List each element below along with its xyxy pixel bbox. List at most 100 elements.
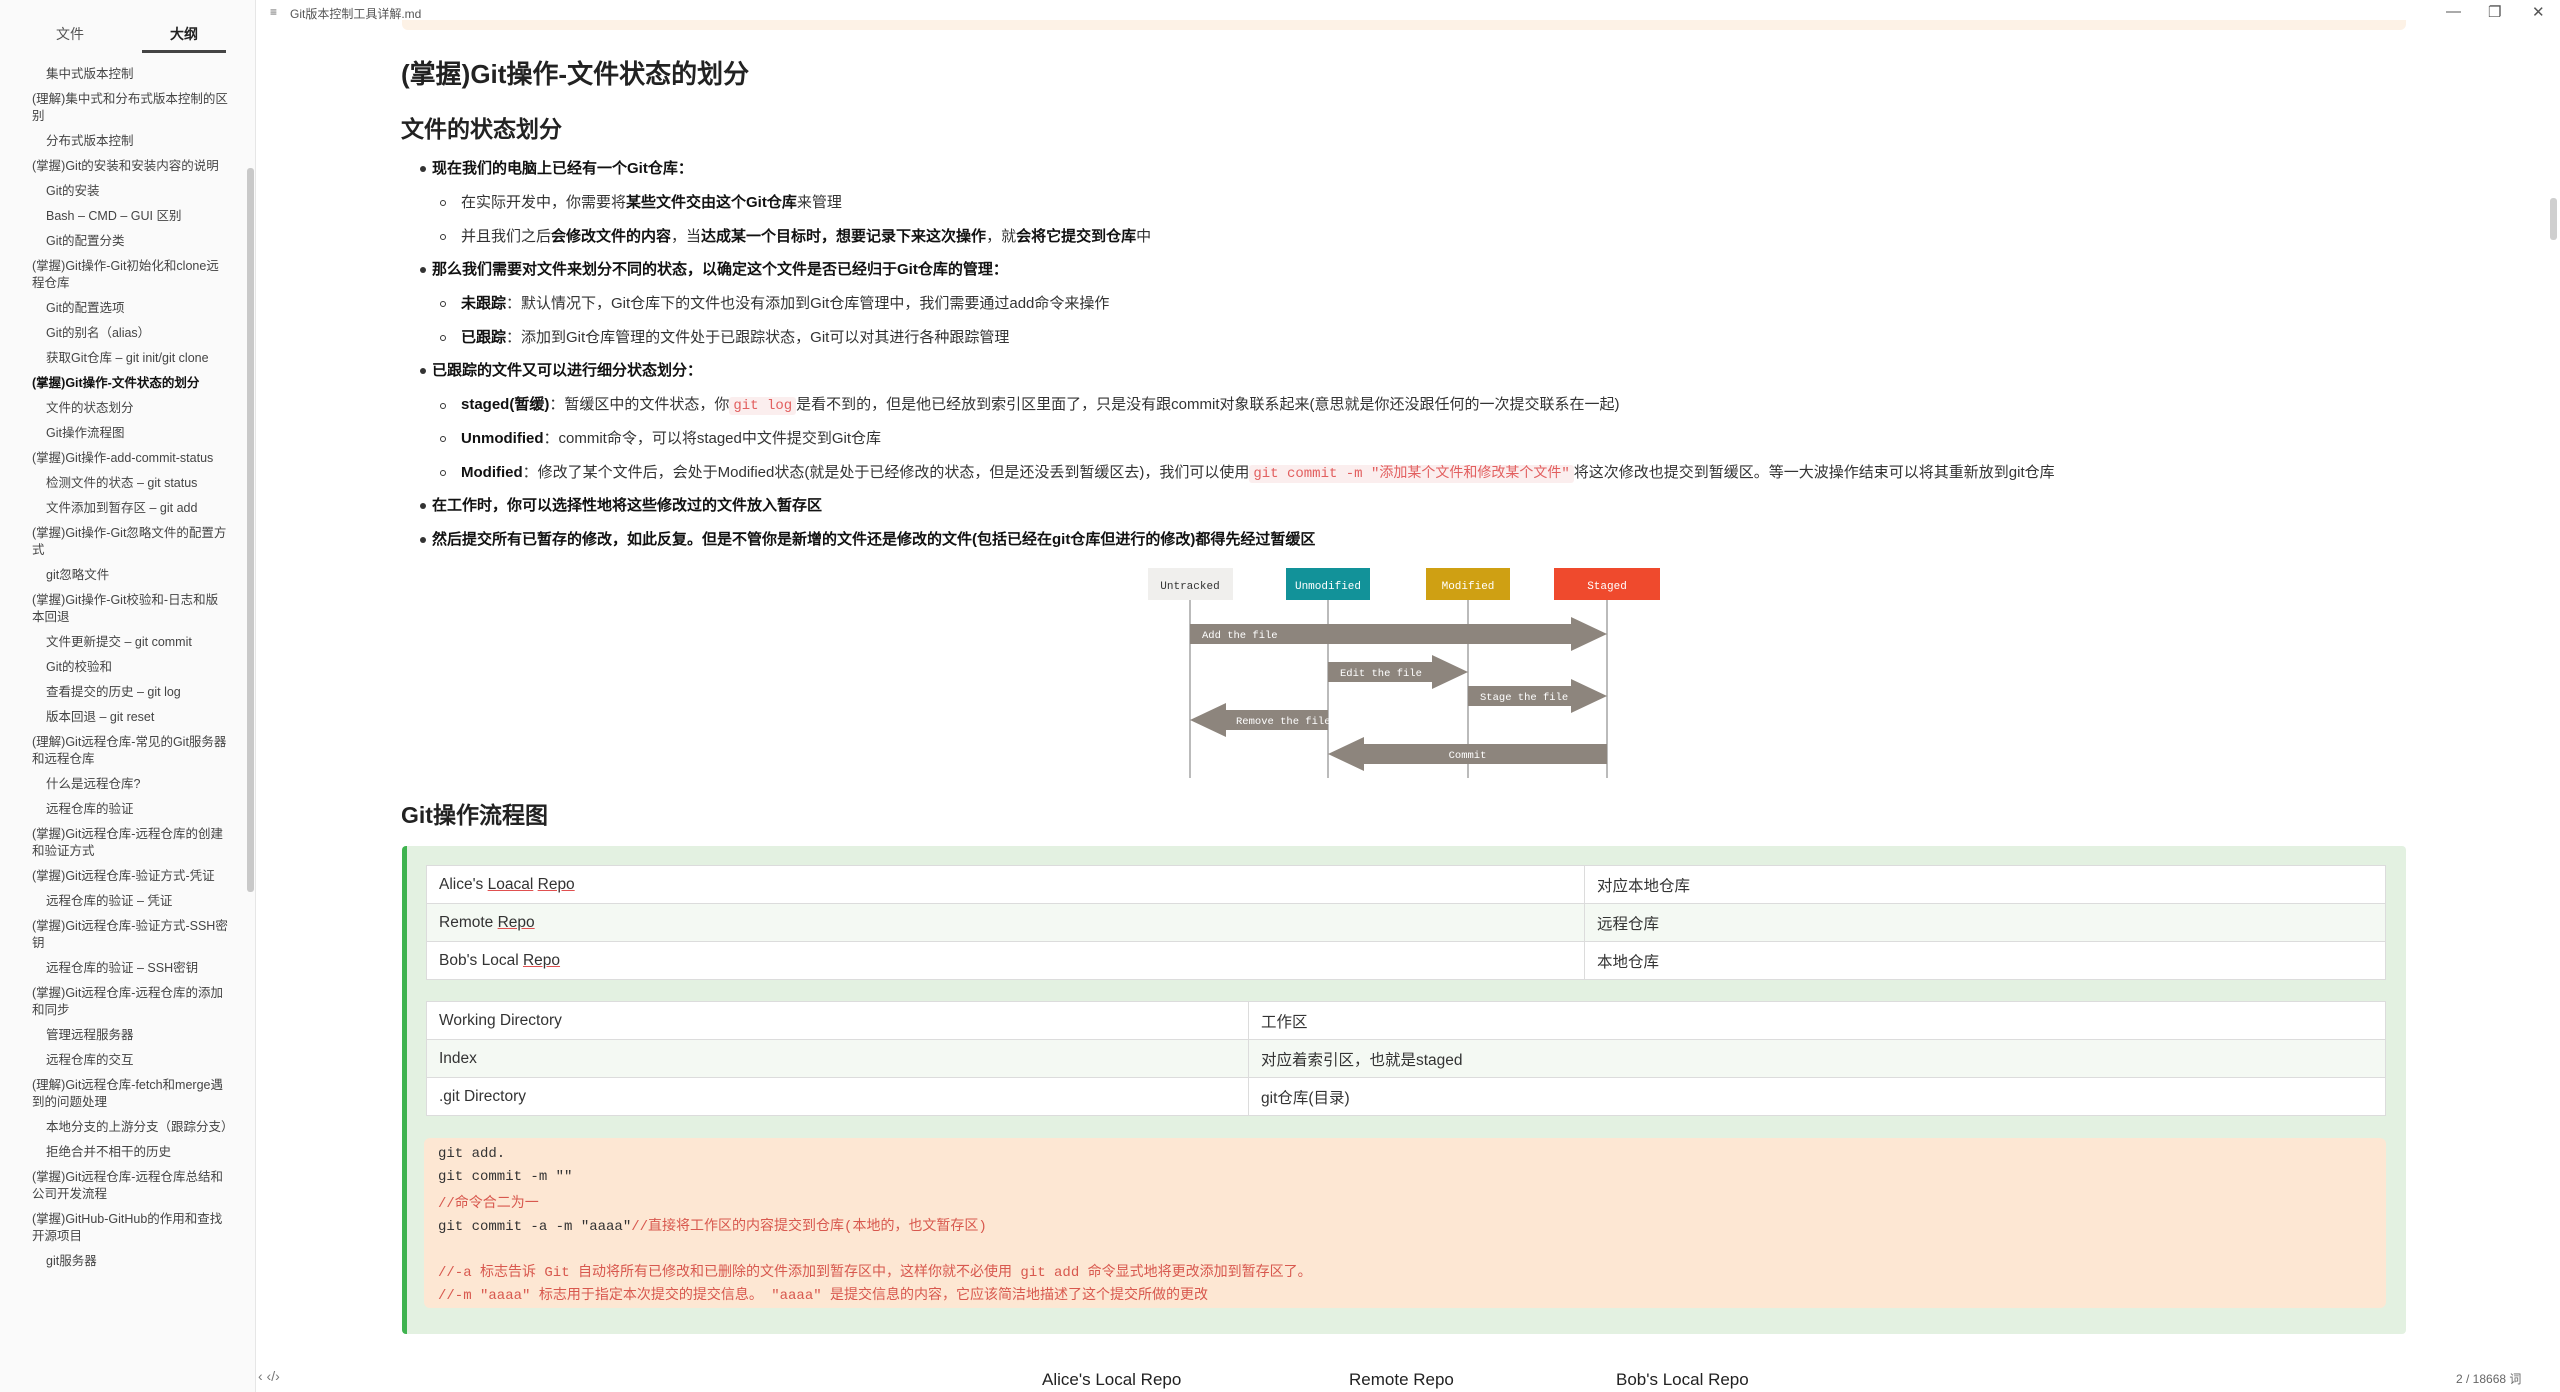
outline-item[interactable]: (掌握)Git操作-文件状态的划分 bbox=[0, 371, 236, 396]
state-label: Staged bbox=[1587, 581, 1627, 593]
table-cell: Bob's Local Repo bbox=[426, 941, 1585, 980]
sidebar-tabs: 文件 大纲 bbox=[0, 14, 255, 54]
outline-item[interactable]: (掌握)GitHub-GitHub的作用和查找开源项目 bbox=[0, 1207, 236, 1249]
code-comment: //-a 标志告诉 Git 自动将所有已修改和已删除的文件添加到暂存区中，这样你… bbox=[438, 1265, 1312, 1281]
bullet-2-2: 已跟踪：添加到Git仓库管理的文件处于已跟踪状态，Git可以对其进行各种跟踪管理 bbox=[461, 329, 1010, 346]
outline-item[interactable]: (掌握)Git远程仓库-验证方式-凭证 bbox=[0, 864, 236, 889]
table-cell: 对应本地仓库 bbox=[1584, 865, 2386, 904]
transition-label: Remove the file bbox=[1236, 716, 1331, 728]
code-line: git commit -m "" bbox=[438, 1169, 573, 1185]
outline-item[interactable]: 远程仓库的交互 bbox=[0, 1048, 236, 1073]
bullet-2-1: 未跟踪：默认情况下，Git仓库下的文件也没有添加到Git仓库管理中，我们需要通过… bbox=[461, 295, 1110, 312]
bottom-label-bob: Bob's Local Repo bbox=[1616, 1370, 1749, 1389]
state-label: Modified bbox=[1442, 581, 1495, 593]
bullet-2: 那么我们需要对文件来划分不同的状态，以确定这个文件是否已经归于Git仓库的管理： bbox=[432, 261, 1008, 278]
outline-item[interactable]: 集中式版本控制 bbox=[0, 62, 236, 87]
table-row: .git Directory git仓库(目录) bbox=[426, 1077, 2386, 1116]
outline-item[interactable]: 获取Git仓库 – git init/git clone bbox=[0, 346, 236, 371]
heading-git-flow: Git操作流程图 bbox=[401, 802, 548, 828]
bullet-3-2: Unmodified：commit命令，可以将staged中文件提交到Git仓库 bbox=[461, 430, 882, 447]
outline-item[interactable]: (理解)Git远程仓库-常见的Git服务器和远程仓库 bbox=[0, 730, 236, 772]
sidebar-scrollbar[interactable] bbox=[247, 168, 254, 892]
table-cell: 远程仓库 bbox=[1584, 903, 2386, 942]
minimize-button[interactable]: — bbox=[2446, 3, 2461, 20]
editor-scrollbar[interactable] bbox=[2550, 198, 2557, 240]
code-block[interactable]: git add. git commit -m "" //命令合二为一 git c… bbox=[424, 1138, 2386, 1308]
outline-item[interactable]: Bash – CMD – GUI 区别 bbox=[0, 204, 236, 229]
outline-item[interactable]: 本地分支的上游分支（跟踪分支） bbox=[0, 1115, 236, 1140]
outline-item[interactable]: (掌握)Git操作-add-commit-status bbox=[0, 446, 236, 471]
word-count[interactable]: 2 / 18668 词 bbox=[2456, 1370, 2521, 1387]
outline-item[interactable]: 什么是远程仓库? bbox=[0, 772, 236, 797]
table-cell: 对应着索引区，也就是staged bbox=[1248, 1039, 2386, 1078]
code-line: git commit -a -m "aaaa"//直接将工作区的内容提交到仓库(… bbox=[438, 1219, 987, 1235]
bullet-3: 已跟踪的文件又可以进行细分状态划分： bbox=[432, 362, 703, 379]
state-label: Unmodified bbox=[1295, 581, 1361, 593]
outline-item[interactable]: git服务器 bbox=[0, 1249, 236, 1274]
bullet-1-1: 在实际开发中，你需要将某些文件交由这个Git仓库来管理 bbox=[461, 194, 842, 211]
outline-item[interactable]: Git的配置分类 bbox=[0, 229, 236, 254]
active-tab-indicator bbox=[142, 50, 226, 53]
outline-item[interactable]: (掌握)Git远程仓库-验证方式-SSH密钥 bbox=[0, 914, 236, 956]
transition-label: Commit bbox=[1449, 750, 1487, 762]
transition-label: Add the file bbox=[1202, 630, 1278, 642]
outline-item[interactable]: 拒绝合并不相干的历史 bbox=[0, 1140, 236, 1165]
code-comment: //-m "aaaa" 标志用于指定本次提交的提交信息。 "aaaa" 是提交信… bbox=[438, 1288, 1209, 1304]
outline-item[interactable]: (掌握)Git远程仓库-远程仓库总结和公司开发流程 bbox=[0, 1165, 236, 1207]
outline-item[interactable]: Git的校验和 bbox=[0, 655, 236, 680]
transition-label: Stage the file bbox=[1480, 692, 1568, 704]
repo-table: Alice's Loacal Repo 对应本地仓库 Remote Repo 远… bbox=[426, 865, 2386, 980]
outline-item[interactable]: (掌握)Git操作-Git忽略文件的配置方式 bbox=[0, 521, 236, 563]
menu-icon[interactable]: ≡ bbox=[270, 5, 277, 19]
bullet-1-2: 并且我们之后会修改文件的内容，当达成某一个目标时，想要记录下来这次操作，就会将它… bbox=[461, 228, 1152, 245]
outline-sidebar: 文件 大纲 集中式版本控制 (理解)集中式和分布式版本控制的区别 分布式版本控制 (掌… bbox=[0, 0, 256, 1392]
bullet-5: 然后提交所有已暂存的修改，如此反复。但是不管你是新增的文件还是修改的文件(包括已… bbox=[432, 531, 1316, 548]
bullet-4: 在工作时，你可以选择性地将这些修改过的文件放入暂存区 bbox=[432, 497, 823, 514]
outline-item[interactable]: Git的配置选项 bbox=[0, 296, 236, 321]
outline-item[interactable]: 管理远程服务器 bbox=[0, 1023, 236, 1048]
area-table: Working Directory 工作区 Index 对应着索引区，也就是st… bbox=[426, 1001, 2386, 1116]
bottom-label-remote: Remote Repo bbox=[1349, 1370, 1454, 1389]
table-cell: 工作区 bbox=[1248, 1001, 2386, 1040]
outline-item[interactable]: (理解)Git远程仓库-fetch和merge遇到的问题处理 bbox=[0, 1073, 236, 1115]
state-label: Untracked bbox=[1160, 581, 1219, 593]
table-row: Index 对应着索引区，也就是staged bbox=[426, 1039, 2386, 1078]
outline-item[interactable]: Git的别名（alias） bbox=[0, 321, 236, 346]
outline-item[interactable]: (掌握)Git远程仓库-远程仓库的创建和验证方式 bbox=[0, 822, 236, 864]
code-comment: //命令合二为一 bbox=[438, 1196, 539, 1212]
outline-item[interactable]: 查看提交的历史 – git log bbox=[0, 680, 236, 705]
bullet-3-3: Modified：修改了某个文件后，会处于Modified状态(就是处于已经修改… bbox=[461, 464, 2055, 483]
outline-item[interactable]: (掌握)Git远程仓库-远程仓库的添加和同步 bbox=[0, 981, 236, 1023]
tab-outline[interactable]: 大纲 bbox=[170, 24, 198, 44]
table-cell: Alice's Loacal Repo bbox=[426, 865, 1585, 904]
outline-item[interactable]: 版本回退 – git reset bbox=[0, 705, 236, 730]
outline-item[interactable]: 文件更新提交 – git commit bbox=[0, 630, 236, 655]
outline-item[interactable]: git忽略文件 bbox=[0, 563, 236, 588]
heading-state-division: 文件的状态划分 bbox=[401, 116, 562, 142]
outline-item[interactable]: (掌握)Git操作-Git初始化和clone远程仓库 bbox=[0, 254, 236, 296]
outline-item[interactable]: 远程仓库的验证 bbox=[0, 797, 236, 822]
restore-button[interactable]: ❐ bbox=[2488, 3, 2501, 21]
outline-item[interactable]: 文件的状态划分 bbox=[0, 396, 236, 421]
table-row: Working Directory 工作区 bbox=[426, 1001, 2386, 1040]
heading-file-states: (掌握)Git操作-文件状态的划分 bbox=[401, 59, 750, 89]
outline-item[interactable]: 分布式版本控制 bbox=[0, 129, 236, 154]
outline-item[interactable]: Git的安装 bbox=[0, 179, 236, 204]
outline-item[interactable]: 远程仓库的验证 – 凭证 bbox=[0, 889, 236, 914]
table-cell: git仓库(目录) bbox=[1248, 1077, 2386, 1116]
table-cell: Index bbox=[426, 1039, 1249, 1078]
outline-item[interactable]: Git操作流程图 bbox=[0, 421, 236, 446]
table-row: Remote Repo 远程仓库 bbox=[426, 903, 2386, 942]
outline-item[interactable]: (掌握)Git的安装和安装内容的说明 bbox=[0, 154, 236, 179]
outline-item[interactable]: (理解)集中式和分布式版本控制的区别 bbox=[0, 87, 236, 129]
table-row: Bob's Local Repo 本地仓库 bbox=[426, 941, 2386, 980]
bottom-label-alice: Alice's Local Repo bbox=[1042, 1370, 1182, 1389]
outline-item[interactable]: 检测文件的状态 – git status bbox=[0, 471, 236, 496]
outline-item[interactable]: (掌握)Git操作-Git校验和-日志和版本回退 bbox=[0, 588, 236, 630]
close-button[interactable]: ✕ bbox=[2532, 3, 2545, 21]
bullet-3-1: staged(暂缓)：暂缓区中的文件状态，你 git log 是看不到的，但是他已经… bbox=[461, 396, 1620, 415]
bullet-1: 现在我们的电脑上已经有一个Git仓库： bbox=[432, 160, 693, 177]
tab-files[interactable]: 文件 bbox=[56, 24, 84, 44]
outline-item[interactable]: 文件添加到暂存区 – git add bbox=[0, 496, 236, 521]
outline-item[interactable]: 远程仓库的验证 – SSH密钥 bbox=[0, 956, 236, 981]
